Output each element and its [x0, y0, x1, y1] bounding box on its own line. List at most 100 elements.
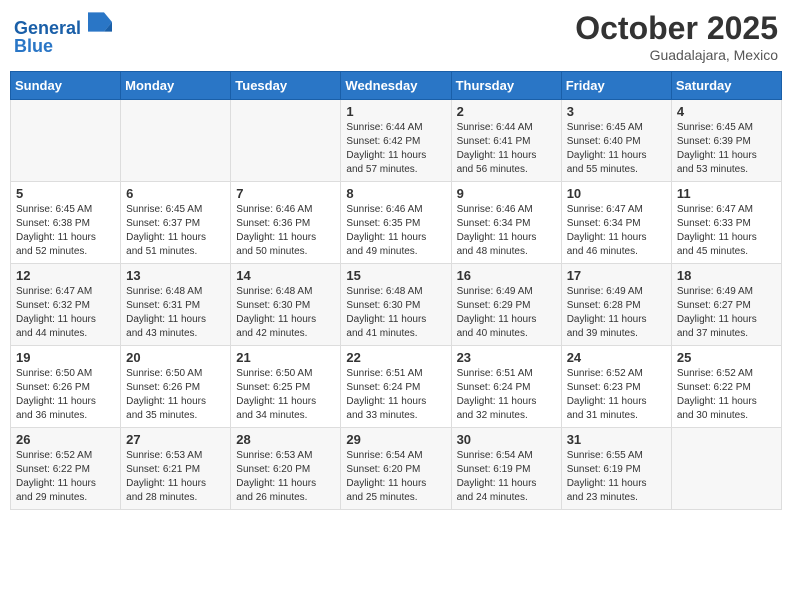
calendar-week-row: 26Sunrise: 6:52 AM Sunset: 6:22 PM Dayli…	[11, 428, 782, 510]
day-info: Sunrise: 6:48 AM Sunset: 6:30 PM Dayligh…	[346, 285, 445, 341]
calendar-day-cell	[11, 100, 121, 182]
logo-text: General	[14, 10, 112, 39]
day-number: 30	[457, 432, 556, 447]
day-number: 22	[346, 350, 445, 365]
calendar-day-cell: 3 Sunrise: 6:45 AM Sunset: 6:40 PM Daylig…	[561, 100, 671, 182]
day-info: Sunrise: 6:47 AM Sunset: 6:32 PM Dayligh…	[16, 285, 115, 341]
day-number: 13	[126, 268, 225, 283]
day-number: 9	[457, 186, 556, 201]
calendar-day-cell	[671, 428, 781, 510]
day-info: Sunrise: 6:45 AM Sunset: 6:40 PM Dayligh…	[567, 121, 666, 177]
calendar-day-cell: 13 Sunrise: 6:48 AM Sunset: 6:31 PM Dayli…	[121, 264, 231, 346]
day-number: 12	[16, 268, 115, 283]
day-number: 15	[346, 268, 445, 283]
calendar-day-cell: 15 Sunrise: 6:48 AM Sunset: 6:30 PM Dayli…	[341, 264, 451, 346]
day-number: 5	[16, 186, 115, 201]
calendar-day-cell: 28 Sunrise: 6:53 AM Sunset: 6:20 PM Dayli…	[231, 428, 341, 510]
calendar-day-cell: 4 Sunrise: 6:45 AM Sunset: 6:39 PM Daylig…	[671, 100, 781, 182]
month-title: October 2025	[575, 10, 778, 47]
day-info: Sunrise: 6:48 AM Sunset: 6:30 PM Dayligh…	[236, 285, 335, 341]
day-number: 19	[16, 350, 115, 365]
day-info: Sunrise: 6:55 AM Sunset: 6:19 PM Dayligh…	[567, 449, 666, 505]
day-number: 7	[236, 186, 335, 201]
weekday-header-cell: Wednesday	[341, 72, 451, 100]
day-info: Sunrise: 6:45 AM Sunset: 6:38 PM Dayligh…	[16, 203, 115, 259]
weekday-header-cell: Saturday	[671, 72, 781, 100]
calendar-day-cell: 10 Sunrise: 6:47 AM Sunset: 6:34 PM Dayli…	[561, 182, 671, 264]
calendar-day-cell	[121, 100, 231, 182]
day-number: 3	[567, 104, 666, 119]
calendar-day-cell: 2 Sunrise: 6:44 AM Sunset: 6:41 PM Daylig…	[451, 100, 561, 182]
day-number: 25	[677, 350, 776, 365]
day-number: 8	[346, 186, 445, 201]
day-number: 24	[567, 350, 666, 365]
day-number: 28	[236, 432, 335, 447]
calendar-day-cell: 17Sunrise: 6:49 AM Sunset: 6:28 PM Dayli…	[561, 264, 671, 346]
day-info: Sunrise: 6:54 AM Sunset: 6:19 PM Dayligh…	[457, 449, 556, 505]
day-info: Sunrise: 6:49 AM Sunset: 6:29 PM Dayligh…	[457, 285, 556, 341]
day-number: 18	[677, 268, 776, 283]
calendar-day-cell: 11 Sunrise: 6:47 AM Sunset: 6:33 PM Dayli…	[671, 182, 781, 264]
calendar-day-cell: 20 Sunrise: 6:50 AM Sunset: 6:26 PM Dayli…	[121, 346, 231, 428]
day-info: Sunrise: 6:44 AM Sunset: 6:42 PM Dayligh…	[346, 121, 445, 177]
day-number: 21	[236, 350, 335, 365]
day-info: Sunrise: 6:46 AM Sunset: 6:36 PM Dayligh…	[236, 203, 335, 259]
calendar-day-cell: 21 Sunrise: 6:50 AM Sunset: 6:25 PM Dayli…	[231, 346, 341, 428]
day-info: Sunrise: 6:53 AM Sunset: 6:20 PM Dayligh…	[236, 449, 335, 505]
calendar-day-cell: 8Sunrise: 6:46 AM Sunset: 6:35 PM Daylig…	[341, 182, 451, 264]
day-number: 14	[236, 268, 335, 283]
day-number: 2	[457, 104, 556, 119]
location-subtitle: Guadalajara, Mexico	[575, 47, 778, 63]
day-info: Sunrise: 6:51 AM Sunset: 6:24 PM Dayligh…	[346, 367, 445, 423]
day-number: 10	[567, 186, 666, 201]
calendar-day-cell: 19Sunrise: 6:50 AM Sunset: 6:26 PM Dayli…	[11, 346, 121, 428]
day-number: 26	[16, 432, 115, 447]
calendar-day-cell: 30 Sunrise: 6:54 AM Sunset: 6:19 PM Dayli…	[451, 428, 561, 510]
day-info: Sunrise: 6:52 AM Sunset: 6:22 PM Dayligh…	[677, 367, 776, 423]
day-info: Sunrise: 6:45 AM Sunset: 6:37 PM Dayligh…	[126, 203, 225, 259]
day-info: Sunrise: 6:50 AM Sunset: 6:26 PM Dayligh…	[126, 367, 225, 423]
day-number: 11	[677, 186, 776, 201]
day-info: Sunrise: 6:47 AM Sunset: 6:33 PM Dayligh…	[677, 203, 776, 259]
weekday-header-cell: Monday	[121, 72, 231, 100]
weekday-header-cell: Sunday	[11, 72, 121, 100]
day-number: 27	[126, 432, 225, 447]
logo: General Blue	[14, 10, 112, 57]
day-number: 16	[457, 268, 556, 283]
calendar-day-cell: 29Sunrise: 6:54 AM Sunset: 6:20 PM Dayli…	[341, 428, 451, 510]
calendar-week-row: 19 Sunrise: 6:50 AM Sunset: 6:26 PM Dayli…	[11, 346, 782, 428]
day-number: 23	[457, 350, 556, 365]
calendar-body: 1 Sunrise: 6:44 AM Sunset: 6:42 PM Daylig…	[11, 100, 782, 510]
weekday-header-cell: Thursday	[451, 72, 561, 100]
weekday-header-cell: Tuesday	[231, 72, 341, 100]
calendar-week-row: 1 Sunrise: 6:44 AM Sunset: 6:42 PM Daylig…	[11, 100, 782, 182]
calendar-day-cell: 16 Sunrise: 6:49 AM Sunset: 6:29 PM Dayli…	[451, 264, 561, 346]
calendar-day-cell: 7 Sunrise: 6:46 AM Sunset: 6:36 PM Daylig…	[231, 182, 341, 264]
calendar-day-cell: 9 Sunrise: 6:46 AM Sunset: 6:34 PM Daylig…	[451, 182, 561, 264]
day-info: Sunrise: 6:47 AM Sunset: 6:34 PM Dayligh…	[567, 203, 666, 259]
day-info: Sunrise: 6:49 AM Sunset: 6:27 PM Dayligh…	[677, 285, 776, 341]
day-info: Sunrise: 6:48 AM Sunset: 6:31 PM Dayligh…	[126, 285, 225, 341]
day-number: 4	[677, 104, 776, 119]
day-info: Sunrise: 6:44 AM Sunset: 6:41 PM Dayligh…	[457, 121, 556, 177]
weekday-header-cell: Friday	[561, 72, 671, 100]
logo-icon	[88, 10, 112, 34]
calendar-day-cell: 31Sunrise: 6:55 AM Sunset: 6:19 PM Dayli…	[561, 428, 671, 510]
day-info: Sunrise: 6:46 AM Sunset: 6:34 PM Dayligh…	[457, 203, 556, 259]
calendar-day-cell: 26Sunrise: 6:52 AM Sunset: 6:22 PM Dayli…	[11, 428, 121, 510]
weekday-header-row: SundayMondayTuesdayWednesdayThursdayFrid…	[11, 72, 782, 100]
calendar-day-cell: 6Sunrise: 6:45 AM Sunset: 6:37 PM Daylig…	[121, 182, 231, 264]
day-info: Sunrise: 6:49 AM Sunset: 6:28 PM Dayligh…	[567, 285, 666, 341]
day-info: Sunrise: 6:52 AM Sunset: 6:23 PM Dayligh…	[567, 367, 666, 423]
day-info: Sunrise: 6:54 AM Sunset: 6:20 PM Dayligh…	[346, 449, 445, 505]
day-info: Sunrise: 6:50 AM Sunset: 6:25 PM Dayligh…	[236, 367, 335, 423]
calendar-day-cell: 27Sunrise: 6:53 AM Sunset: 6:21 PM Dayli…	[121, 428, 231, 510]
day-info: Sunrise: 6:45 AM Sunset: 6:39 PM Dayligh…	[677, 121, 776, 177]
page-header: General Blue October 2025 Guadalajara, M…	[10, 10, 782, 63]
calendar-table: SundayMondayTuesdayWednesdayThursdayFrid…	[10, 71, 782, 510]
calendar-week-row: 12 Sunrise: 6:47 AM Sunset: 6:32 PM Dayli…	[11, 264, 782, 346]
calendar-day-cell: 25 Sunrise: 6:52 AM Sunset: 6:22 PM Dayli…	[671, 346, 781, 428]
day-number: 20	[126, 350, 225, 365]
day-number: 1	[346, 104, 445, 119]
logo-blue: Blue	[14, 37, 112, 57]
